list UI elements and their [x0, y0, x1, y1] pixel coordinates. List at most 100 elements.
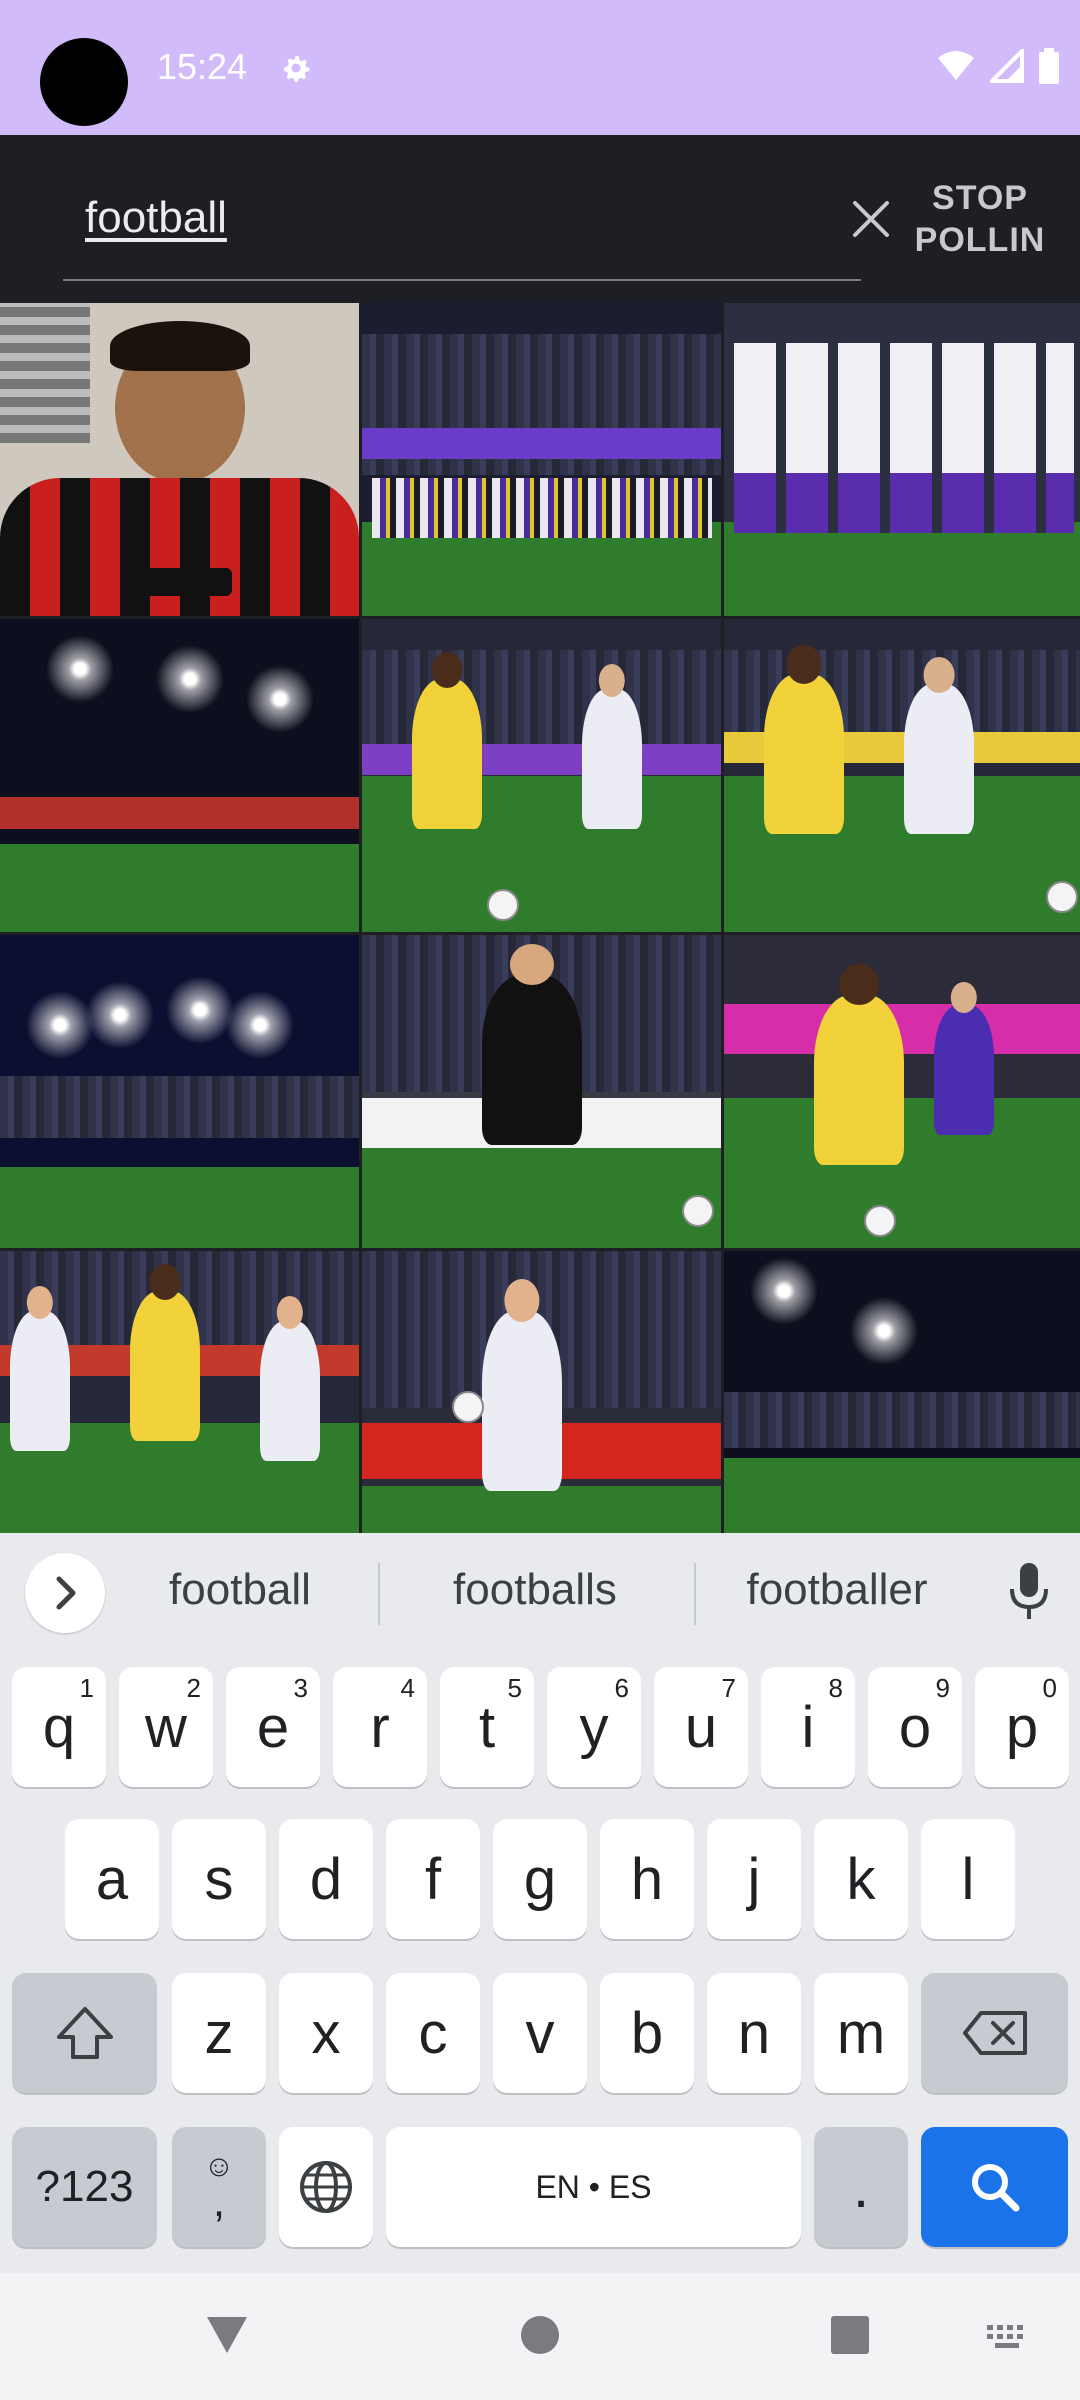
key-label: i [801, 1694, 815, 1760]
image-tile[interactable] [362, 1251, 721, 1533]
key-w[interactable]: w2 [119, 1667, 213, 1787]
key-g[interactable]: g [493, 1819, 587, 1939]
image-tile[interactable] [724, 303, 1080, 616]
key-b[interactable]: b [600, 1973, 694, 2093]
microphone-icon[interactable] [1006, 1561, 1052, 1621]
expand-suggestions-button[interactable] [25, 1553, 105, 1633]
suggestion-item[interactable]: footballer [722, 1565, 952, 1615]
image-tile[interactable] [362, 303, 721, 616]
key-n[interactable]: n [707, 1973, 801, 2093]
suggestion-item[interactable]: football [145, 1565, 335, 1615]
on-screen-keyboard: q1 w2 e3 r4 t5 y6 u7 i8 o9 p0 a s d f g … [0, 1653, 1080, 2273]
image-tile[interactable] [0, 935, 359, 1248]
key-hint: 2 [186, 1673, 201, 1703]
key-label: w [145, 1694, 187, 1760]
key-s[interactable]: s [172, 1819, 266, 1939]
close-icon[interactable] [849, 197, 893, 241]
image-tile[interactable] [362, 619, 721, 932]
search-icon [971, 2164, 1019, 2212]
suggestion-item[interactable]: footballs [420, 1565, 650, 1615]
key-hint: 5 [507, 1673, 522, 1703]
key-hint: 0 [1042, 1673, 1057, 1703]
status-clock: 15:24 [157, 46, 248, 87]
wifi-icon [938, 51, 974, 80]
key-hint: 7 [721, 1673, 736, 1703]
image-tile[interactable] [724, 935, 1080, 1248]
stop-polling-button[interactable]: STOP POLLIN [900, 177, 1060, 261]
chevron-right-icon [56, 1576, 76, 1610]
key-label: o [898, 1694, 932, 1760]
space-key[interactable]: EN • ES [386, 2127, 801, 2247]
key-p[interactable]: p0 [975, 1667, 1069, 1787]
key-d[interactable]: d [279, 1819, 373, 1939]
key-hint: 1 [79, 1673, 94, 1703]
key-label: t [478, 1694, 496, 1760]
key-hint: 3 [293, 1673, 308, 1703]
recents-icon[interactable] [830, 2315, 870, 2355]
key-hint: 6 [614, 1673, 629, 1703]
backspace-key[interactable] [921, 1973, 1068, 2093]
key-l[interactable]: l [921, 1819, 1015, 1939]
settings-icon [284, 56, 310, 82]
signal-icon [990, 49, 1024, 83]
suggestion-strip: football footballs footballer [0, 1533, 1080, 1653]
image-tile[interactable]: ​ [0, 303, 359, 616]
image-tile[interactable] [724, 619, 1080, 932]
key-hint: 8 [828, 1673, 843, 1703]
key-label: y [579, 1694, 609, 1760]
image-tile[interactable] [0, 619, 359, 932]
back-icon[interactable] [205, 2315, 249, 2355]
key-hint: 9 [935, 1673, 950, 1703]
shift-icon [56, 2007, 113, 2059]
shift-key[interactable] [12, 1973, 157, 2093]
search-query-text[interactable]: football [85, 193, 227, 243]
key-r[interactable]: r4 [333, 1667, 427, 1787]
status-bar: 15:24 [0, 0, 1080, 135]
key-a[interactable]: a [65, 1819, 159, 1939]
key-t[interactable]: t5 [440, 1667, 534, 1787]
key-m[interactable]: m [814, 1973, 908, 2093]
search-app-bar: football STOP POLLIN [0, 135, 1080, 303]
keyboard-switcher-icon[interactable] [985, 2323, 1031, 2351]
key-label: u [684, 1694, 718, 1760]
image-tile[interactable] [0, 1251, 359, 1533]
suggestion-divider [378, 1563, 380, 1625]
key-hint: 4 [400, 1673, 415, 1703]
camera-cutout [40, 38, 128, 126]
key-h[interactable]: h [600, 1819, 694, 1939]
system-navigation-bar [0, 2273, 1080, 2400]
key-u[interactable]: u7 [654, 1667, 748, 1787]
key-o[interactable]: o9 [868, 1667, 962, 1787]
globe-icon [300, 2161, 352, 2213]
backspace-icon [962, 2011, 1027, 2055]
key-label: q [42, 1694, 76, 1760]
image-tile[interactable] [362, 935, 721, 1248]
search-key[interactable] [921, 2127, 1068, 2247]
comma-label: , [212, 2177, 226, 2226]
image-tile[interactable] [724, 1251, 1080, 1533]
key-q[interactable]: q1 [12, 1667, 106, 1787]
image-results-grid: ​ [0, 303, 1080, 1533]
key-x[interactable]: x [279, 1973, 373, 2093]
key-y[interactable]: y6 [547, 1667, 641, 1787]
key-v[interactable]: v [493, 1973, 587, 2093]
key-label: p [1005, 1694, 1039, 1760]
battery-icon [1039, 48, 1059, 84]
emoji-comma-key[interactable]: ☺ , [172, 2127, 266, 2247]
period-key[interactable]: . [814, 2127, 908, 2247]
suggestion-divider [694, 1563, 696, 1625]
key-j[interactable]: j [707, 1819, 801, 1939]
key-c[interactable]: c [386, 1973, 480, 2093]
key-f[interactable]: f [386, 1819, 480, 1939]
key-label: r [370, 1694, 390, 1760]
language-key[interactable] [279, 2127, 373, 2247]
key-z[interactable]: z [172, 1973, 266, 2093]
stop-label-line1: STOP [932, 179, 1028, 217]
key-i[interactable]: i8 [761, 1667, 855, 1787]
stop-label-line2: POLLIN [914, 221, 1046, 259]
symbols-key[interactable]: ?123 [12, 2127, 157, 2247]
search-input[interactable]: football [63, 135, 889, 281]
key-k[interactable]: k [814, 1819, 908, 1939]
home-icon[interactable] [520, 2315, 560, 2355]
key-e[interactable]: e3 [226, 1667, 320, 1787]
